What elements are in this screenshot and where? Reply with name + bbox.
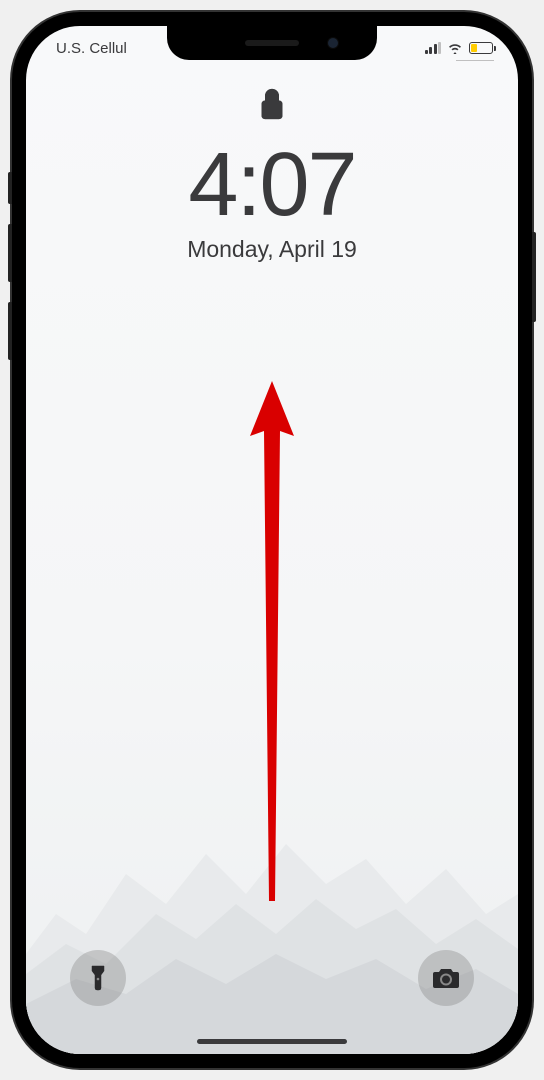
notch <box>167 26 377 60</box>
time-display: 4:07 <box>188 140 355 230</box>
left-side-buttons <box>8 172 12 380</box>
lock-icon <box>258 86 286 122</box>
front-camera <box>327 37 339 49</box>
speaker-grill <box>245 40 299 46</box>
flashlight-icon <box>89 964 107 992</box>
quick-actions <box>26 950 518 1006</box>
flashlight-button[interactable] <box>70 950 126 1006</box>
status-icons <box>425 42 497 54</box>
camera-button[interactable] <box>418 950 474 1006</box>
carrier-label: U.S. Cellul <box>48 40 128 57</box>
battery-icon <box>469 42 496 54</box>
volume-up-button <box>8 224 12 282</box>
swipe-up-arrow-annotation <box>242 381 302 911</box>
cellular-signal-icon <box>425 42 442 54</box>
camera-icon <box>432 967 460 989</box>
wifi-icon <box>447 42 463 54</box>
power-button <box>532 232 536 322</box>
date-display: Monday, April 19 <box>187 236 357 263</box>
home-indicator[interactable] <box>197 1039 347 1044</box>
mute-switch <box>8 172 12 204</box>
lock-screen-content: 4:07 Monday, April 19 <box>26 86 518 263</box>
phone-frame: U.S. Cellul 4:07 <box>12 12 532 1068</box>
lock-screen[interactable]: U.S. Cellul 4:07 <box>26 26 518 1054</box>
volume-down-button <box>8 302 12 360</box>
